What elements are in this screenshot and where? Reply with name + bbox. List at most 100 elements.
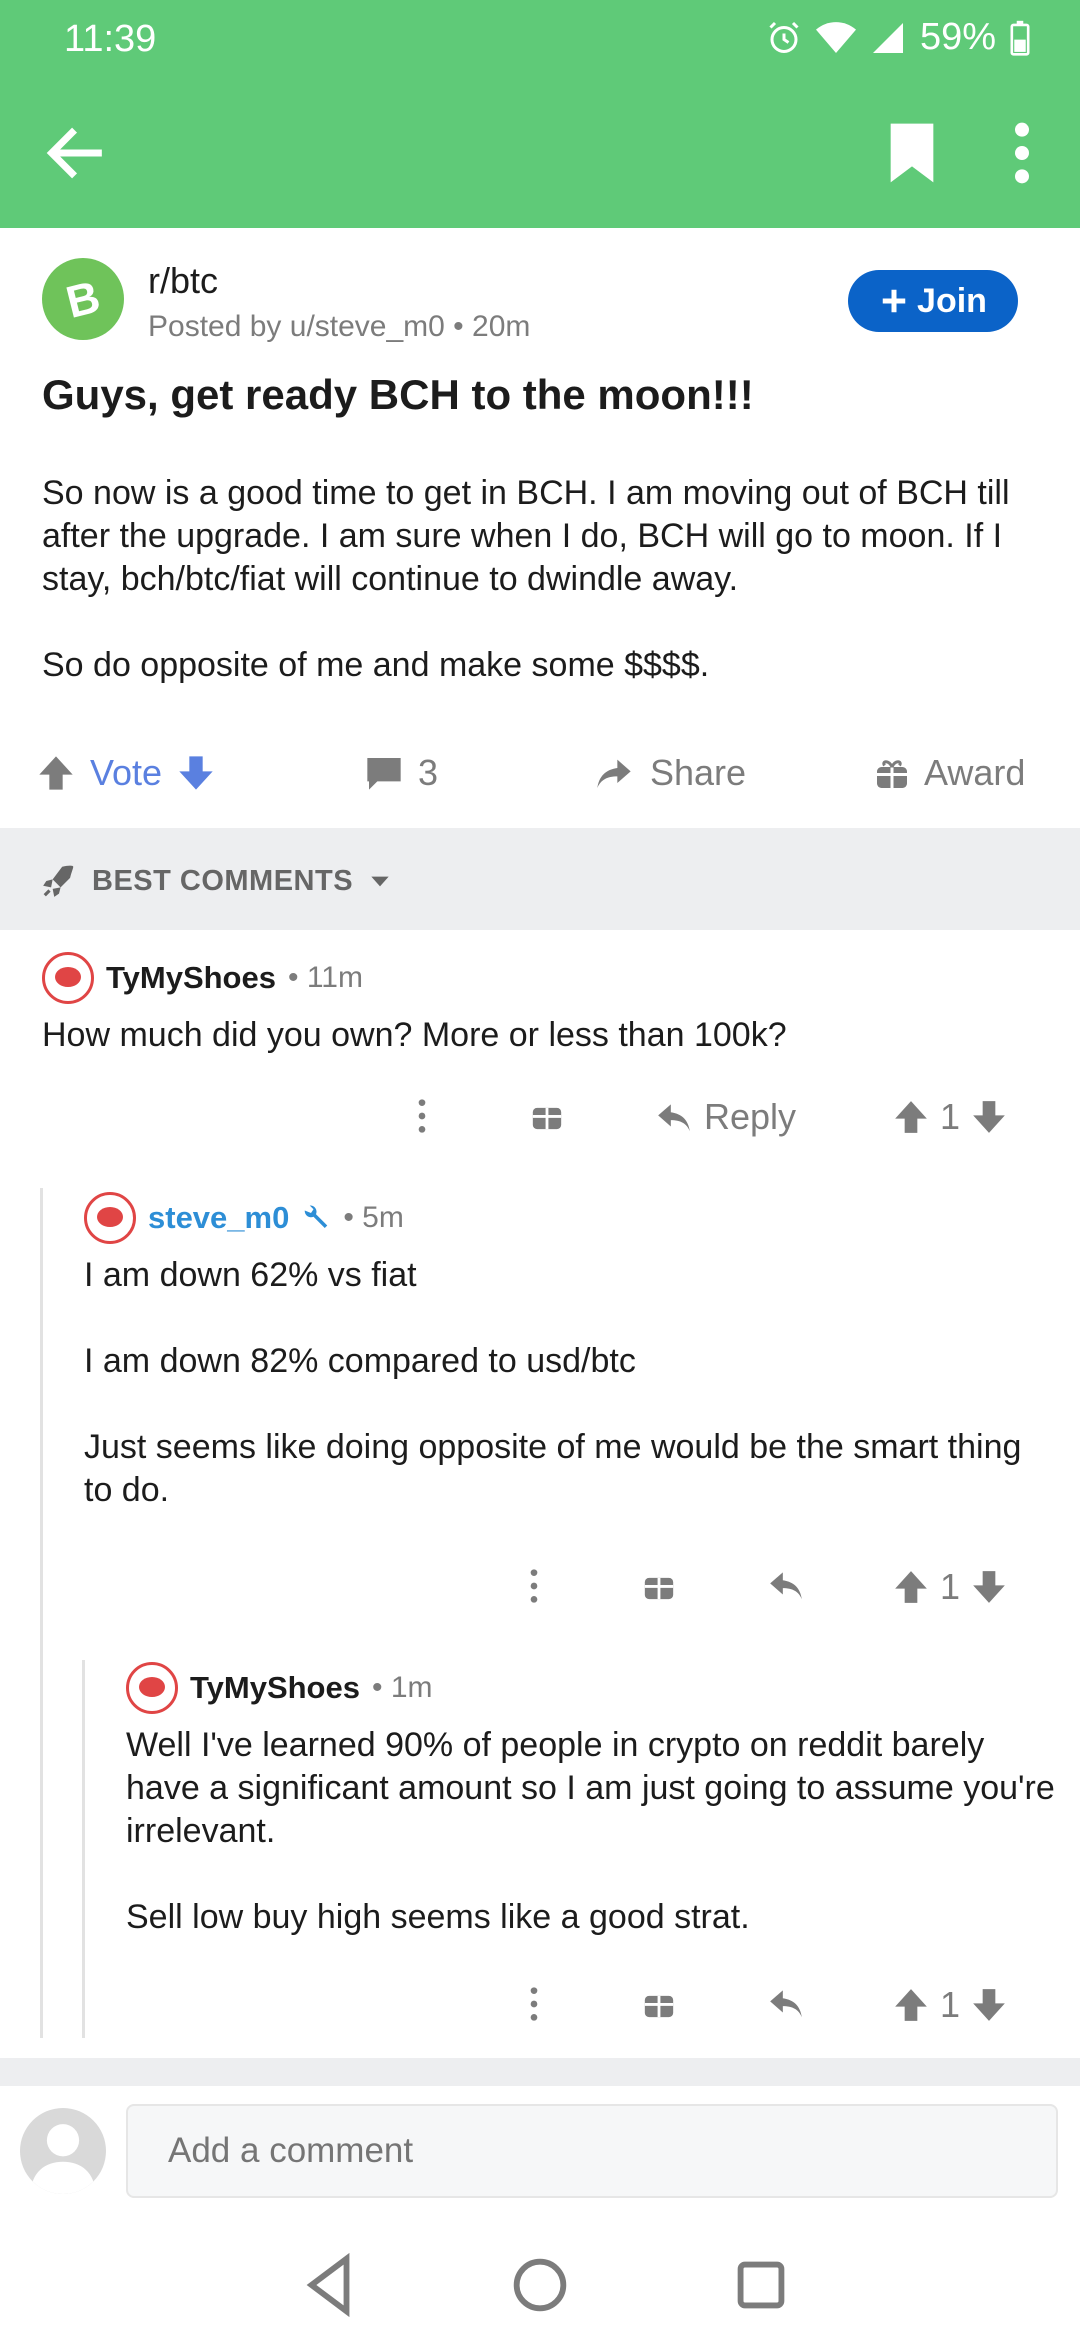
comment-author[interactable]: TyMyShoes (106, 960, 276, 996)
comments-button[interactable]: 3 (364, 752, 438, 794)
nav-back-icon[interactable] (294, 2250, 364, 2320)
battery-percent: 59% (919, 16, 996, 58)
award-button[interactable]: Award (874, 752, 1025, 794)
comment-age: • 1m (371, 1671, 433, 1704)
comment-more-button[interactable] (524, 1984, 544, 2024)
nav-home-icon[interactable] (505, 2250, 575, 2320)
comment-score: 1 (940, 1984, 961, 2025)
comment-actions: 1 (0, 1558, 1080, 1618)
more-vert-icon (530, 1569, 538, 1603)
reply-button[interactable] (766, 1566, 806, 1604)
comment-award-button[interactable] (530, 1096, 564, 1134)
comment-body: How much did you own? More or less than … (42, 1014, 1042, 1057)
comment-author-row: TyMyShoes • 11m (42, 952, 1042, 1004)
subreddit-name[interactable]: r/btc (148, 260, 218, 302)
comment-bubble-icon (367, 758, 401, 790)
status-time: 11:39 (64, 18, 157, 60)
downvote-icon[interactable] (176, 753, 216, 793)
wifi-icon (815, 21, 856, 53)
comment-paragraph: I am down 62% vs fiat (84, 1256, 417, 1294)
alarm-icon (769, 21, 799, 53)
reply-button[interactable]: Reply (654, 1096, 796, 1138)
downvote-icon[interactable] (970, 1568, 1008, 1606)
system-nav-bar (0, 2226, 1080, 2340)
share-button[interactable]: Share (592, 752, 746, 794)
comment-author[interactable]: steve_m0 (148, 1200, 289, 1236)
comment-more-button[interactable] (524, 1566, 544, 1606)
reply-icon (770, 1572, 802, 1600)
comment-award-button[interactable] (642, 1984, 676, 2022)
avatar[interactable] (84, 1192, 136, 1244)
bitcoin-icon: B (61, 272, 105, 326)
post-body: So now is a good time to get in BCH. I a… (42, 472, 1052, 730)
award-label: Award (924, 752, 1026, 793)
avatar[interactable] (20, 2108, 106, 2194)
vote-label: Vote (90, 752, 163, 793)
comment-score: 1 (940, 1566, 961, 1607)
comment-score: 1 (940, 1096, 961, 1137)
comment-body: I am down 62% vs fiat I am down 82% comp… (84, 1254, 1044, 1512)
more-vert-icon (418, 1099, 426, 1133)
post-actions: Vote 3 Share Award (0, 740, 1080, 820)
svg-text:B: B (61, 272, 105, 326)
upvote-icon[interactable] (892, 1986, 930, 2024)
subreddit-avatar[interactable]: B (42, 258, 124, 340)
comment-author-row: TyMyShoes • 1m (126, 1662, 1056, 1714)
comment-vote-group: 1 (892, 1984, 1008, 2026)
more-vert-icon[interactable] (1000, 118, 1044, 188)
nav-recents-icon[interactable] (726, 2250, 796, 2320)
comment-sort-bar[interactable]: BEST COMMENTS (0, 828, 1080, 930)
comment-actions: Reply 1 (0, 1088, 1080, 1148)
post-body-paragraph: So do opposite of me and make some $$$$. (42, 646, 710, 684)
comment-paragraph: I am down 82% compared to usd/btc (84, 1342, 636, 1380)
gift-icon (877, 760, 907, 788)
comment-more-button[interactable] (412, 1096, 432, 1136)
avatar[interactable] (126, 1662, 178, 1714)
upvote-icon[interactable] (36, 753, 76, 793)
post-author-line[interactable]: Posted by u/steve_m0 • 20m (148, 310, 530, 344)
comment-paragraph: Sell low buy high seems like a good stra… (126, 1898, 750, 1936)
join-label: Join (917, 281, 987, 320)
share-icon (597, 759, 631, 788)
chevron-down-icon (371, 876, 389, 887)
comment-vote-group: 1 (892, 1096, 1008, 1138)
reply-button[interactable] (766, 1984, 806, 2022)
plus-icon (882, 289, 906, 313)
gift-icon (532, 1107, 562, 1130)
comment-input[interactable] (126, 2104, 1058, 2198)
comment-award-button[interactable] (642, 1566, 676, 1604)
join-button[interactable]: Join (848, 270, 1018, 332)
comment-author[interactable]: TyMyShoes (190, 1670, 360, 1706)
comment-count: 3 (418, 752, 439, 793)
post-body-paragraph: So now is a good time to get in BCH. I a… (42, 474, 1010, 598)
comment-actions: 1 (0, 1976, 1080, 2036)
sort-label: BEST COMMENTS (92, 864, 354, 897)
comment-composer (0, 2086, 1080, 2226)
signal-icon (872, 22, 903, 53)
gift-icon (644, 1995, 674, 2018)
upvote-icon[interactable] (892, 1568, 930, 1606)
comment-vote-group: 1 (892, 1566, 1008, 1608)
status-icons: 59% (766, 16, 1030, 59)
reply-icon (658, 1104, 690, 1132)
comment-paragraph: Well I've learned 90% of people in crypt… (126, 1726, 1055, 1850)
mod-wrench-icon (305, 1205, 328, 1228)
vote-group: Vote (36, 752, 216, 794)
avatar[interactable] (42, 952, 94, 1004)
bookmark-icon[interactable] (880, 118, 944, 188)
comment: steve_m0 • 5m I am down 62% vs fiat I am… (84, 1192, 1044, 1512)
back-arrow-icon[interactable] (40, 118, 110, 188)
post-title: Guys, get ready BCH to the moon!!! (42, 371, 754, 418)
upvote-icon[interactable] (892, 1098, 930, 1136)
comment-paragraph: Just seems like doing opposite of me wou… (84, 1428, 1022, 1509)
comment-age: • 5m (343, 1201, 404, 1234)
downvote-icon[interactable] (970, 1098, 1008, 1136)
comment-age: • 11m (287, 961, 363, 994)
comment-paragraph: How much did you own? More or less than … (42, 1016, 787, 1054)
reply-label: Reply (704, 1096, 797, 1137)
downvote-icon[interactable] (970, 1986, 1008, 2024)
comment: TyMyShoes • 1m Well I've learned 90% of … (126, 1662, 1056, 1939)
gift-icon (644, 1577, 674, 1600)
user-silhouette-icon (30, 2124, 96, 2194)
more-vert-icon (530, 1987, 538, 2021)
